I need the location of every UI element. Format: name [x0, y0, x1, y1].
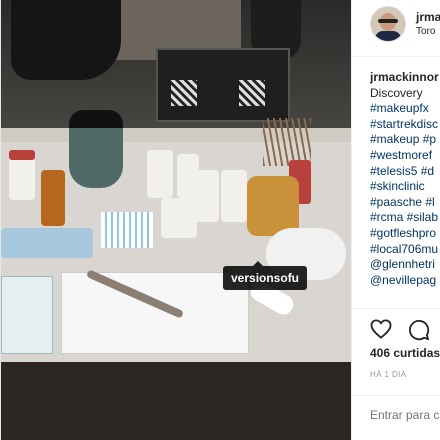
user-tag[interactable]: versionsofu [223, 261, 308, 290]
post-photo[interactable]: versionsofu [1, 0, 351, 440]
photo-bottle [221, 170, 247, 222]
caption-hashtag[interactable]: #telesis5 #d [370, 164, 440, 180]
photo-box-pattern [171, 80, 197, 106]
caption-hashtag[interactable]: #westmoref [370, 148, 440, 164]
photo-bottle-cap [9, 150, 35, 160]
photo-glue-tub [161, 198, 197, 238]
caption-hashtag[interactable]: #startrekdisc [370, 117, 440, 133]
photo-cotton-swabs [101, 212, 153, 248]
post-username[interactable]: jrma [416, 10, 440, 24]
caption: jrmackinnor Discovery #makeupfx #startre… [370, 70, 440, 288]
photo-box-pattern [239, 80, 265, 106]
caption-hashtag[interactable]: #rcma #silab [370, 210, 440, 226]
caption-hashtag[interactable]: #local706mu [370, 242, 440, 258]
photo-bottle [41, 170, 65, 226]
post-header: jrma Toro [352, 0, 440, 57]
photo-frankenstein-hair [69, 110, 123, 128]
instagram-post-frame: versionsofu jrma Toro jrmackinnor Discov… [0, 0, 440, 440]
caption-text: Discovery [370, 85, 423, 100]
caption-hashtag[interactable]: #makeup #p [370, 132, 440, 148]
post-time: HÁ 1 DIA [370, 370, 407, 379]
profile-avatar-icon[interactable] [370, 6, 406, 42]
comment-icon[interactable] [408, 319, 430, 341]
photo-counter-front [1, 362, 351, 440]
photo-brush-cup [263, 118, 311, 166]
photo-amber-jar [247, 176, 299, 236]
photo-palette-tray [1, 228, 93, 258]
post-side-panel: jrma Toro jrmackinnor Discovery #makeupf… [351, 0, 440, 440]
photo-glass-plate [1, 276, 53, 354]
comment-input[interactable] [370, 408, 440, 422]
caption-author[interactable]: jrmackinnor [370, 70, 440, 86]
photo-paper-pad [61, 272, 249, 354]
caption-hashtag[interactable]: #gotfleshpro [370, 226, 440, 242]
caption-mention[interactable]: @nevillepag [370, 273, 440, 289]
comment-box [352, 395, 440, 440]
caption-mention[interactable]: @glennhetri [370, 257, 440, 273]
post-location[interactable]: Toro [416, 26, 435, 37]
caption-hashtag[interactable]: #skinclinic [370, 179, 440, 195]
post-actions [352, 308, 440, 345]
heart-icon[interactable] [370, 319, 392, 339]
caption-hashtag[interactable]: #makeupfx [370, 101, 440, 117]
avatar-glasses [378, 19, 398, 23]
likes-count[interactable]: 406 curtidas [370, 346, 440, 360]
photo-coat [11, 0, 121, 80]
photo-bottle [147, 150, 173, 198]
avatar-body [375, 31, 401, 41]
caption-hashtag[interactable]: #paasche #l [370, 195, 440, 211]
